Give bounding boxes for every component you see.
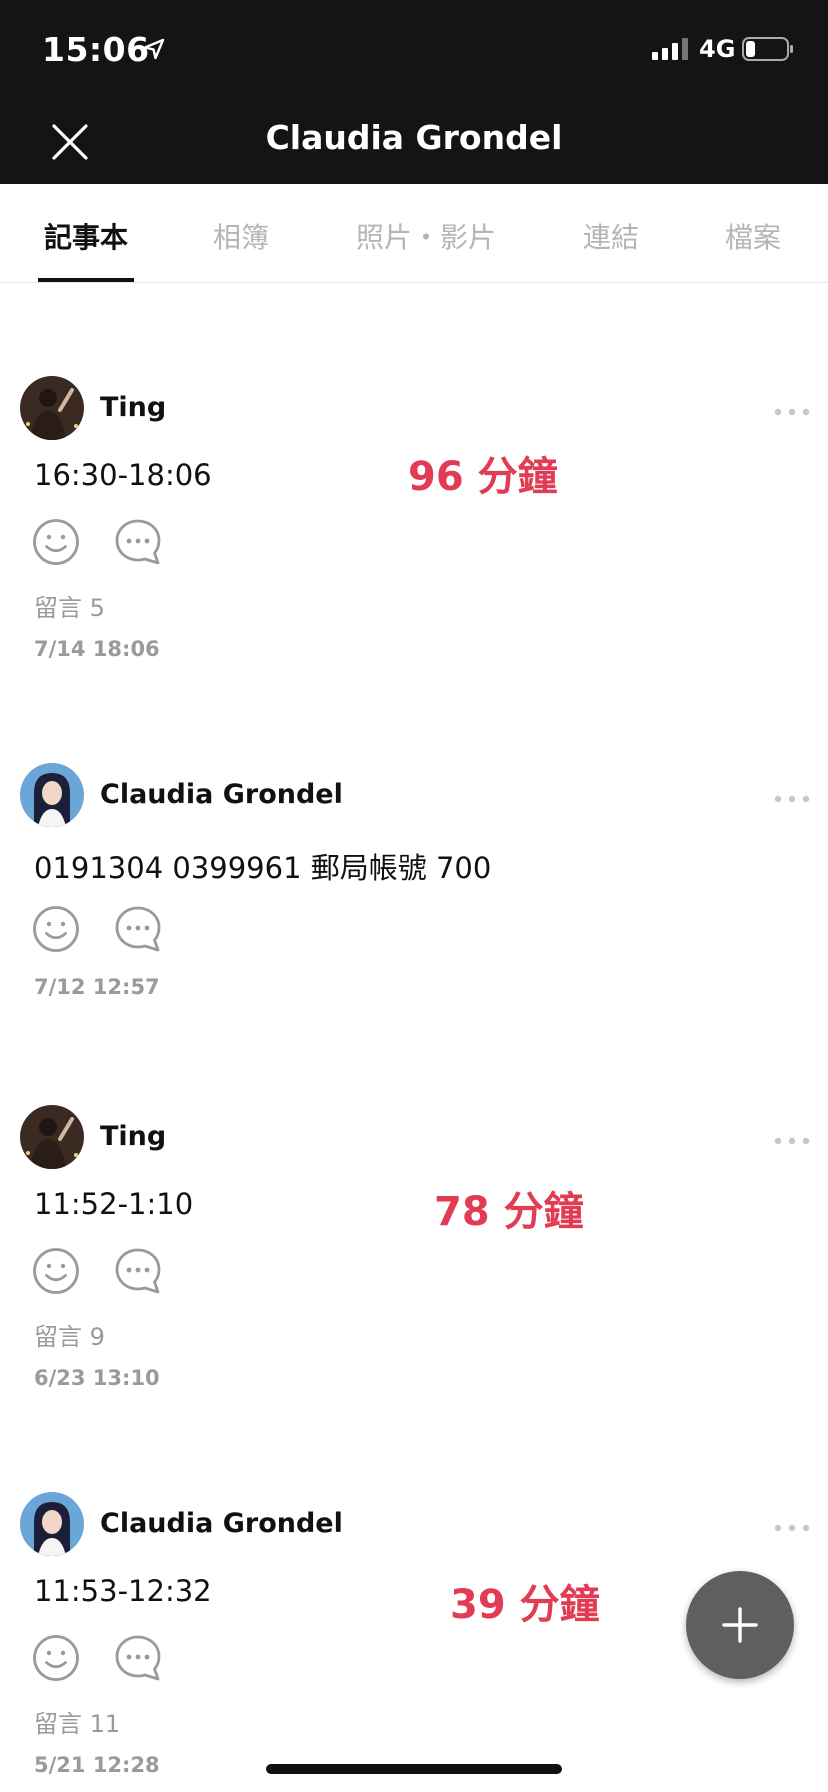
battery-icon [742,37,793,61]
post-author[interactable]: Ting [100,392,166,423]
smiley-icon[interactable] [32,1634,80,1682]
comment-bubble-icon[interactable] [114,518,162,566]
post-author[interactable]: Ting [100,1121,166,1152]
status-bar: 15:06 4G [0,0,828,100]
status-time: 15:06 [42,30,150,69]
avatar[interactable] [20,763,84,827]
post-author[interactable]: Claudia Grondel [100,779,343,810]
more-icon[interactable] [772,1135,812,1147]
post-timestamp: 5/21 12:28 [34,1753,160,1777]
tab-bar: 記事本 相簿 照片・影片 連結 檔案 [0,184,828,283]
post-timestamp: 7/12 12:57 [34,975,160,999]
tab-links[interactable]: 連結 [583,216,639,256]
home-indicator [266,1764,562,1774]
comment-bubble-icon[interactable] [114,905,162,953]
comment-count[interactable]: 留言 11 [34,1704,120,1739]
smiley-icon[interactable] [32,1247,80,1295]
post-author[interactable]: Claudia Grondel [100,1508,343,1539]
comment-count[interactable]: 留言 5 [34,588,105,623]
post-timestamp: 7/14 18:06 [34,637,160,661]
duration-annotation: 78 分鐘 [434,1189,584,1235]
post-text: 0191304 0399961 郵局帳號 700 [34,851,492,885]
tab-albums[interactable]: 相簿 [213,216,269,256]
duration-annotation: 39 分鐘 [450,1582,600,1628]
avatar[interactable] [20,376,84,440]
avatar[interactable] [20,1105,84,1169]
post-text: 11:53-12:32 [34,1574,212,1608]
more-icon[interactable] [772,1522,812,1534]
post-timestamp: 6/23 13:10 [34,1366,160,1390]
tab-notes[interactable]: 記事本 [44,216,128,256]
page-title: Claudia Grondel [265,118,563,157]
network-type: 4G [699,35,736,63]
smiley-icon[interactable] [32,905,80,953]
more-icon[interactable] [772,793,812,805]
post-text: 16:30-18:06 [34,458,212,492]
avatar[interactable] [20,1492,84,1556]
duration-annotation: 96 分鐘 [408,454,558,500]
signal-icon [652,38,688,60]
title-bar: Claudia Grondel [0,100,828,184]
plus-icon [722,1607,758,1643]
smiley-icon[interactable] [32,518,80,566]
active-tab-indicator [38,278,134,282]
more-icon[interactable] [772,406,812,418]
comment-bubble-icon[interactable] [114,1247,162,1295]
add-note-button[interactable] [686,1571,794,1679]
location-arrow-icon [143,38,165,60]
comment-count[interactable]: 留言 9 [34,1317,105,1352]
tab-files[interactable]: 檔案 [725,216,781,256]
tab-photos-videos[interactable]: 照片・影片 [356,216,496,256]
post-text: 11:52-1:10 [34,1187,194,1221]
comment-bubble-icon[interactable] [114,1634,162,1682]
